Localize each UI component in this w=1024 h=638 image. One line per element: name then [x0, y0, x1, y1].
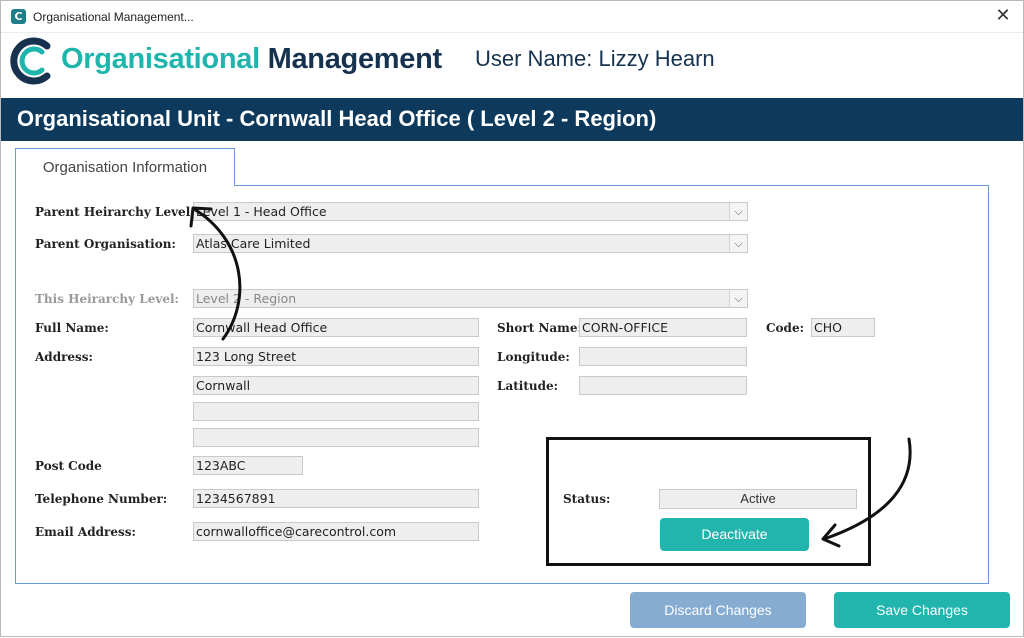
- chevron-down-icon: ⌵: [729, 290, 747, 307]
- parent-organisation-select[interactable]: Atlas Care Limited ⌵: [193, 234, 748, 253]
- telephone-label: Telephone Number:: [35, 492, 168, 506]
- unit-banner: Organisational Unit - Cornwall Head Offi…: [1, 98, 1023, 141]
- logo-wordmark: Organisational Management: [61, 43, 442, 76]
- logo-word-management: Management: [267, 43, 443, 75]
- code-input[interactable]: CHO: [811, 318, 875, 337]
- code-label: Code:: [766, 321, 805, 335]
- telephone-input[interactable]: 1234567891: [193, 489, 479, 508]
- post-code-input[interactable]: 123ABC: [193, 456, 303, 475]
- email-input[interactable]: cornwalloffice@carecontrol.com: [193, 522, 479, 541]
- status-highlight-box: [546, 437, 871, 566]
- title-bar: C Organisational Management... ✕: [1, 1, 1023, 33]
- discard-changes-button[interactable]: Discard Changes: [630, 592, 806, 628]
- address-line2-input[interactable]: Cornwall: [193, 376, 479, 395]
- chevron-down-icon[interactable]: ⌵: [729, 203, 747, 220]
- user-name: User Name: Lizzy Hearn: [475, 46, 715, 71]
- banner-title: Organisational Unit - Cornwall Head Offi…: [17, 106, 657, 131]
- logo-c-icon: [10, 37, 51, 85]
- chevron-down-icon[interactable]: ⌵: [729, 235, 747, 252]
- logo-word-organisational: Organisational: [61, 43, 260, 75]
- latitude-input[interactable]: [579, 376, 747, 395]
- tab-organisation-information[interactable]: Organisation Information: [15, 148, 235, 186]
- parent-organisation-value: Atlas Care Limited: [196, 236, 311, 251]
- close-icon[interactable]: ✕: [991, 4, 1015, 28]
- address-line1-input[interactable]: 123 Long Street: [193, 347, 479, 366]
- email-label: Email Address:: [35, 525, 136, 539]
- post-code-label: Post Code: [35, 459, 102, 473]
- parent-hierarchy-value: Level 1 - Head Office: [196, 204, 327, 219]
- address-line3-input[interactable]: [193, 402, 479, 421]
- app-icon: C: [11, 9, 26, 24]
- longitude-label: Longitude:: [497, 350, 570, 364]
- full-name-input[interactable]: Cornwall Head Office: [193, 318, 479, 337]
- window-title: Organisational Management...: [33, 10, 194, 24]
- address-line4-input[interactable]: [193, 428, 479, 447]
- this-hierarchy-select: Level 2 - Region ⌵: [193, 289, 748, 308]
- save-changes-button[interactable]: Save Changes: [834, 592, 1010, 628]
- short-name-input[interactable]: CORN-OFFICE: [579, 318, 747, 337]
- this-hierarchy-value: Level 2 - Region: [196, 291, 297, 306]
- app-window: C Organisational Management... ✕ Organis…: [0, 0, 1024, 637]
- address-label: Address:: [35, 350, 93, 364]
- longitude-input[interactable]: [579, 347, 747, 366]
- parent-organisation-label: Parent Organisation:: [35, 237, 176, 251]
- latitude-label: Latitude:: [497, 379, 559, 393]
- this-hierarchy-label: This Heirarchy Level:: [35, 292, 179, 306]
- short-name-label: Short Name:: [497, 321, 582, 335]
- parent-hierarchy-select[interactable]: Level 1 - Head Office ⌵: [193, 202, 748, 221]
- parent-hierarchy-label: Parent Heirarchy Level:: [35, 205, 195, 219]
- full-name-label: Full Name:: [35, 321, 109, 335]
